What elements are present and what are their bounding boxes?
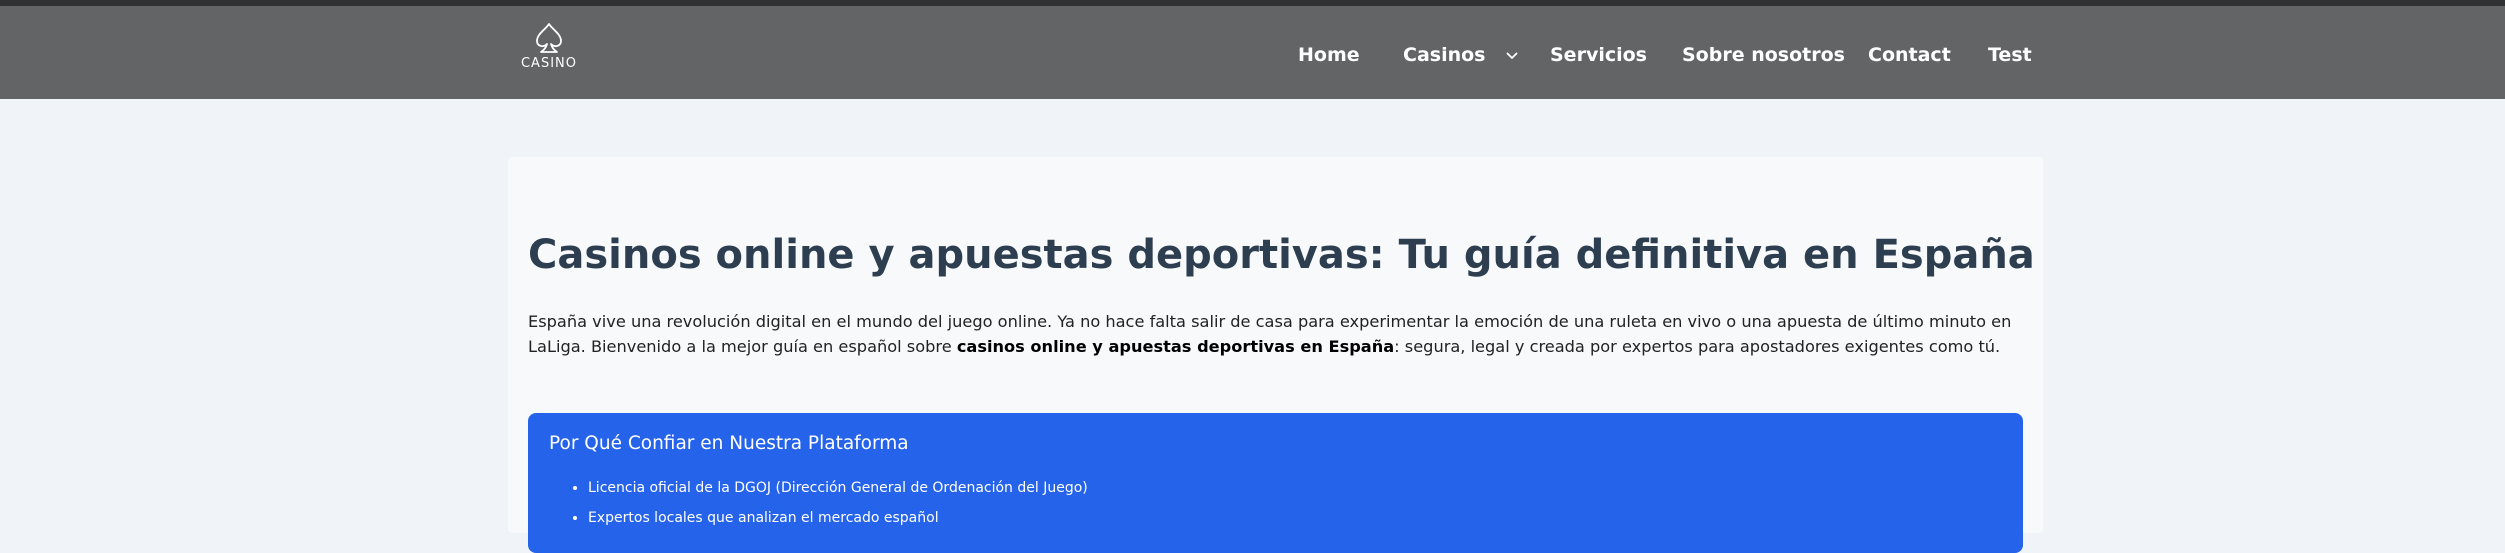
main-nav: Home Casinos Servicios Sobre nosotros Co…: [0, 37, 2505, 73]
nav-casinos[interactable]: Casinos: [1403, 37, 1518, 73]
trust-box: Por Qué Confiar en Nuestra Plataforma Li…: [528, 413, 2023, 553]
intro-bold-text: casinos online y apuestas deportivas en …: [956, 337, 1395, 356]
nav-servicios[interactable]: Servicios: [1550, 37, 1647, 73]
navbar: CASINO Home Casinos Servicios Sobre noso…: [0, 6, 2505, 99]
intro-text-2: : segura, legal y creada por expertos pa…: [1394, 337, 2001, 356]
chevron-down-icon: [1506, 52, 1518, 59]
nav-casinos-label: Casinos: [1403, 44, 1486, 66]
intro-paragraph: España vive una revolución digital en el…: [528, 309, 2023, 359]
nav-test[interactable]: Test: [1988, 37, 2032, 73]
trust-box-title: Por Qué Confiar en Nuestra Plataforma: [549, 433, 909, 454]
nav-sobre-nosotros[interactable]: Sobre nosotros: [1682, 37, 1845, 73]
trust-list: Licencia oficial de la DGOJ (Dirección G…: [568, 473, 1088, 533]
list-item: Licencia oficial de la DGOJ (Dirección G…: [588, 473, 1088, 503]
list-item: Expertos locales que analizan el mercado…: [588, 503, 1088, 533]
nav-contact[interactable]: Contact: [1868, 37, 1951, 73]
page-title: Casinos online y apuestas deportivas: Tu…: [528, 232, 2035, 278]
nav-home[interactable]: Home: [1298, 37, 1360, 73]
